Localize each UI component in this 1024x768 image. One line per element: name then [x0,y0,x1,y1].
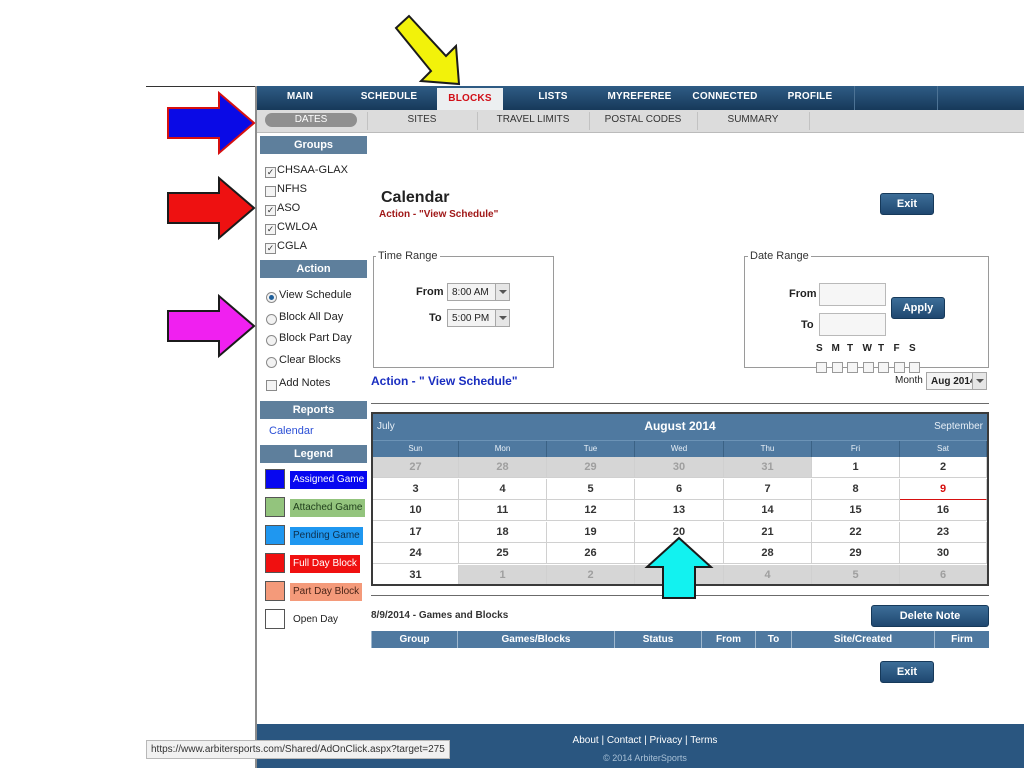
cyan-arrow-icon [644,536,714,599]
blue-arrow-icon [167,90,256,156]
yellow-arrow-icon [394,14,461,86]
annotation-arrows [167,14,714,599]
magenta-arrow-icon [167,293,256,359]
red-arrow-icon [167,175,256,241]
